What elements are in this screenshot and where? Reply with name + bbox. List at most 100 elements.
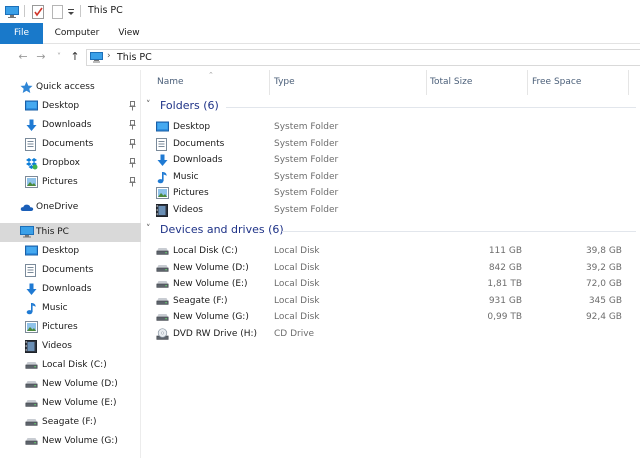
sidebar-item-label: Dropbox <box>42 158 80 168</box>
drive-icon <box>25 435 38 448</box>
tab-computer[interactable]: Computer <box>53 23 101 44</box>
column-header-free-space[interactable]: Free Space <box>532 70 581 95</box>
up-button[interactable]: ↑ <box>68 50 82 64</box>
pin-icon[interactable] <box>129 101 136 111</box>
recent-locations-icon[interactable]: ˅ <box>52 50 66 64</box>
drive-row[interactable]: Seagate (F:) Local Disk 931 GB 345 GB <box>156 293 636 310</box>
window-title: This PC <box>88 5 123 16</box>
videos-icon <box>156 204 169 217</box>
item-name: Videos <box>173 205 203 215</box>
sidebar-item-downloads[interactable]: Downloads <box>0 116 141 135</box>
sidebar-item-downloads[interactable]: Downloads <box>0 280 141 299</box>
column-header-type[interactable]: Type <box>274 70 295 95</box>
item-type: Local Disk <box>274 279 320 290</box>
column-divider[interactable] <box>269 70 270 95</box>
group-header-devices[interactable]: ˅ Devices and drives (6) <box>146 222 640 239</box>
column-divider[interactable] <box>426 70 427 95</box>
tab-view[interactable]: View <box>112 23 146 44</box>
item-type: Local Disk <box>274 246 320 256</box>
drive-row[interactable]: New Volume (G:) Local Disk 0,99 TB 92,4 GB <box>156 309 636 326</box>
sidebar-item-pictures[interactable]: Pictures <box>0 173 141 192</box>
sidebar-item-videos[interactable]: Videos <box>0 337 141 356</box>
breadcrumb[interactable]: › This PC <box>86 49 640 66</box>
sidebar-item-new-volume-e[interactable]: New Volume (E:) <box>0 394 141 413</box>
sidebar-item-new-volume-d[interactable]: New Volume (D:) <box>0 375 141 394</box>
videos-icon <box>25 340 38 353</box>
column-header-total-size[interactable]: Total Size <box>430 70 472 95</box>
drive-row[interactable]: Local Disk (C:) Local Disk 111 GB 39,8 GB <box>156 243 636 260</box>
dvd-drive-icon <box>156 328 169 341</box>
item-type: Local Disk <box>274 312 320 323</box>
download-icon <box>25 283 38 296</box>
pin-icon[interactable] <box>129 120 136 130</box>
item-free-space: 345 GB <box>588 295 622 306</box>
drive-row[interactable]: New Volume (E:) Local Disk 1,81 TB 72,0 GB <box>156 276 636 293</box>
forward-button[interactable]: → <box>34 50 48 64</box>
sort-ascending-icon: ⌃ <box>208 71 214 79</box>
drive-icon <box>156 295 169 308</box>
sidebar-item-desktop[interactable]: Desktop <box>0 97 141 116</box>
item-total-size: 111 GB <box>488 246 522 256</box>
group-title-devices: Devices and drives (6) <box>160 223 284 236</box>
address-bar: ← → ˅ ↑ › This PC <box>0 45 640 70</box>
pin-icon[interactable] <box>129 158 136 168</box>
folder-row[interactable]: Videos System Folder <box>156 202 636 219</box>
desktop-icon <box>25 100 38 113</box>
sidebar-item-desktop[interactable]: Desktop <box>0 242 141 261</box>
cloud-icon <box>20 201 34 214</box>
folder-row[interactable]: Pictures System Folder <box>156 185 636 202</box>
sidebar-item-label: Desktop <box>42 246 80 256</box>
group-header-folders[interactable]: ˅ Folders (6) <box>146 98 640 115</box>
sidebar-item-documents[interactable]: Documents <box>0 135 141 154</box>
breadcrumb-chevron-icon[interactable]: › <box>107 51 111 61</box>
item-total-size: 842 GB <box>488 262 522 273</box>
drive-row[interactable]: DVD RW Drive (H:) CD Drive <box>156 326 636 343</box>
folder-row[interactable]: Desktop System Folder <box>156 119 636 136</box>
documents-icon <box>25 264 38 277</box>
pin-icon[interactable] <box>129 177 136 187</box>
drive-icon <box>156 262 169 275</box>
download-icon <box>25 119 38 132</box>
nav-quick-access-label: Quick access <box>36 82 95 92</box>
download-icon <box>156 154 169 167</box>
pin-icon[interactable] <box>129 139 136 149</box>
sidebar-item-label: Downloads <box>42 284 92 294</box>
folder-row[interactable]: Music System Folder <box>156 169 636 186</box>
tab-file[interactable]: File <box>0 23 43 44</box>
drive-row[interactable]: New Volume (D:) Local Disk 842 GB 39,2 GB <box>156 260 636 277</box>
column-divider[interactable] <box>527 70 528 95</box>
column-divider[interactable] <box>628 70 629 95</box>
sidebar-item-local-disk-c[interactable]: Local Disk (C:) <box>0 356 141 375</box>
drive-icon <box>156 278 169 291</box>
item-name: New Volume (E:) <box>173 279 248 290</box>
column-header-name[interactable]: Name <box>157 70 184 95</box>
customize-quick-access-icon[interactable] <box>67 4 75 19</box>
computer-icon <box>20 226 34 239</box>
sidebar-item-pictures[interactable]: Pictures <box>0 318 141 337</box>
nav-this-pc[interactable]: This PC <box>0 223 141 242</box>
sidebar-item-new-volume-g[interactable]: New Volume (G:) <box>0 432 141 451</box>
item-free-space: 92,4 GB <box>585 312 622 323</box>
new-folder-icon[interactable] <box>52 4 63 19</box>
dropbox-icon <box>25 157 38 170</box>
nav-onedrive[interactable]: OneDrive <box>0 198 141 217</box>
properties-icon[interactable] <box>32 4 44 19</box>
sidebar-item-documents[interactable]: Documents <box>0 261 141 280</box>
sidebar-item-dropbox[interactable]: Dropbox <box>0 154 141 173</box>
sidebar-item-label: New Volume (E:) <box>42 398 117 408</box>
folder-row[interactable]: Downloads System Folder <box>156 152 636 169</box>
back-button[interactable]: ← <box>16 50 30 64</box>
sidebar-item-label: Local Disk (C:) <box>42 360 107 370</box>
breadcrumb-this-pc[interactable]: This PC <box>117 52 152 63</box>
folder-row[interactable]: Documents System Folder <box>156 136 636 153</box>
nav-quick-access[interactable]: Quick access <box>0 78 141 97</box>
computer-icon[interactable] <box>5 4 19 19</box>
item-type: System Folder <box>274 122 339 132</box>
chevron-down-icon: ˅ <box>146 100 151 110</box>
sidebar-item-seagate-f[interactable]: Seagate (F:) <box>0 413 141 432</box>
drive-icon <box>25 416 38 429</box>
sidebar-item-music[interactable]: Music <box>0 299 141 318</box>
item-name: Local Disk (C:) <box>173 246 238 256</box>
sidebar-item-label: Seagate (F:) <box>42 417 97 427</box>
item-type: CD Drive <box>274 329 315 339</box>
